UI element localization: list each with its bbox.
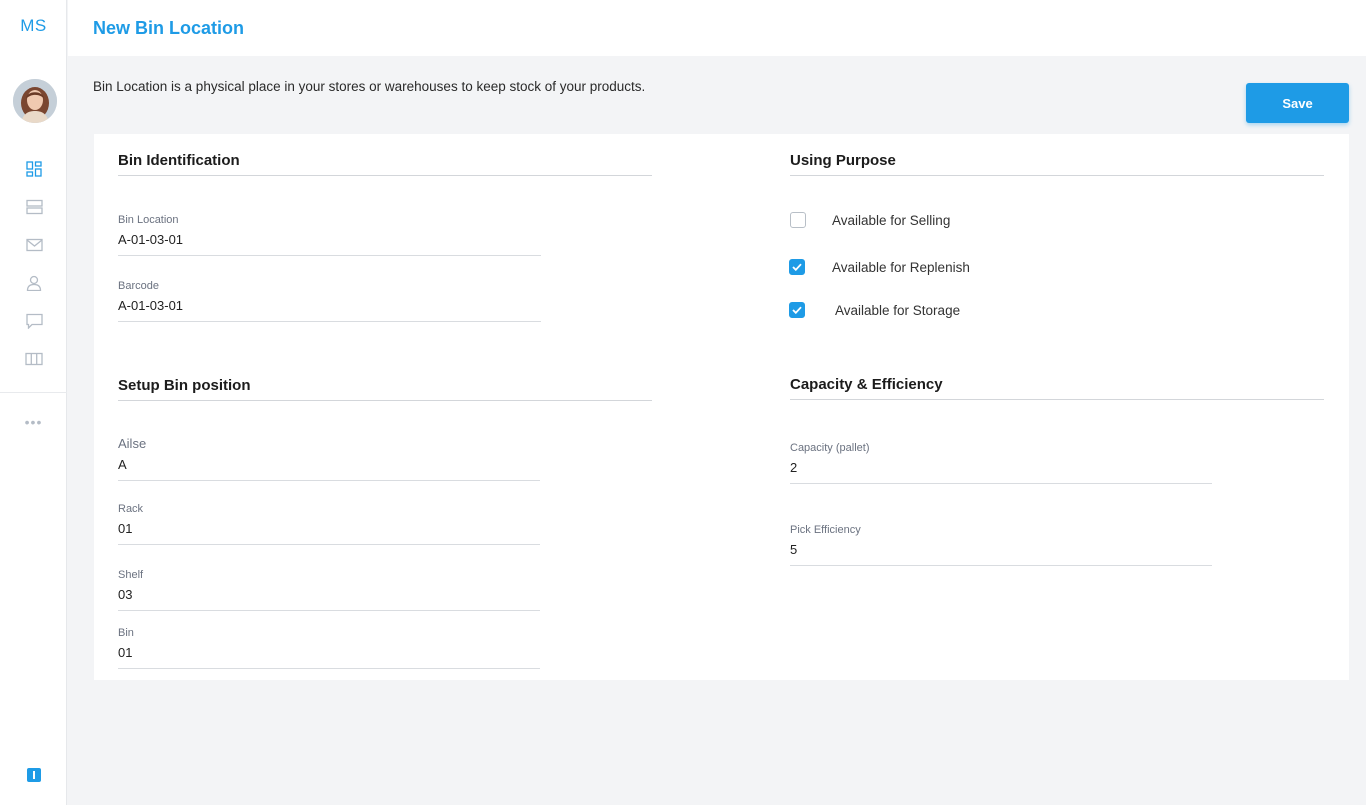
section-divider (118, 175, 652, 176)
user-icon[interactable] (24, 273, 44, 293)
shelf-label: Shelf (118, 569, 144, 581)
section-divider (118, 400, 652, 401)
barcode-field: Barcode (118, 280, 541, 322)
checkbox-unchecked-icon[interactable] (790, 212, 806, 228)
capacity-pallet-input[interactable] (790, 460, 1212, 484)
dashboard-icon[interactable] (24, 159, 44, 179)
barcode-input[interactable] (118, 298, 541, 322)
save-button[interactable]: Save (1246, 83, 1349, 123)
checkbox-checked-icon[interactable] (789, 259, 805, 275)
section-divider (790, 399, 1324, 400)
aisle-label: Ailse (118, 436, 147, 451)
header: New Bin Location (68, 0, 1366, 56)
capacity-pallet-label: Capacity (pallet) (790, 442, 870, 454)
checkbox-checked-icon[interactable] (789, 302, 805, 318)
sidebar-divider (0, 392, 67, 393)
shelf-input[interactable] (118, 587, 540, 611)
shelf-field: Shelf (118, 569, 540, 611)
columns-icon[interactable] (24, 349, 44, 369)
app-logo[interactable]: MS (0, 16, 67, 36)
section-title-capacity: Capacity & Efficiency (790, 376, 943, 393)
section-title-using-purpose: Using Purpose (790, 152, 896, 169)
avatar[interactable] (13, 79, 57, 123)
rack-field: Rack (118, 503, 540, 545)
section-divider (790, 175, 1324, 176)
chat-icon[interactable] (24, 311, 44, 331)
section-title-bin-position: Setup Bin position (118, 377, 251, 394)
checkbox-available-for-selling[interactable]: Available for Selling (790, 212, 950, 228)
barcode-label: Barcode (118, 280, 159, 292)
bin-location-label: Bin Location (118, 214, 179, 226)
bin-input[interactable] (118, 645, 540, 669)
checkbox-label: Available for Storage (835, 302, 961, 318)
checkbox-available-for-storage[interactable]: Available for Storage (789, 302, 960, 318)
mail-icon[interactable] (24, 235, 44, 255)
pick-efficiency-input[interactable] (790, 542, 1212, 566)
bin-location-field: Bin Location (118, 214, 541, 256)
aisle-field: Ailse (118, 436, 540, 481)
sidebar: MS ••• (0, 0, 67, 805)
bin-label: Bin (118, 627, 134, 639)
pick-efficiency-label: Pick Efficiency (790, 524, 861, 536)
bin-location-input[interactable] (118, 232, 541, 256)
section-title-bin-identification: Bin Identification (118, 152, 240, 169)
pick-efficiency-field: Pick Efficiency (790, 524, 1212, 566)
capacity-pallet-field: Capacity (pallet) (790, 442, 1212, 484)
page-description: Bin Location is a physical place in your… (93, 79, 646, 94)
bin-form-card: Bin Identification Bin Location Barcode … (94, 134, 1349, 680)
more-icon[interactable]: ••• (0, 414, 67, 430)
checkbox-available-for-replenish[interactable]: Available for Replenish (789, 259, 970, 275)
page-title: New Bin Location (93, 18, 245, 38)
rack-input[interactable] (118, 521, 540, 545)
checkbox-label: Available for Replenish (832, 259, 970, 275)
aisle-input[interactable] (118, 457, 540, 481)
sidebar-toggle-icon[interactable] (27, 768, 41, 782)
checkbox-label: Available for Selling (832, 212, 951, 228)
layers-icon[interactable] (24, 197, 44, 217)
rack-label: Rack (118, 503, 144, 515)
bin-field: Bin (118, 627, 540, 669)
